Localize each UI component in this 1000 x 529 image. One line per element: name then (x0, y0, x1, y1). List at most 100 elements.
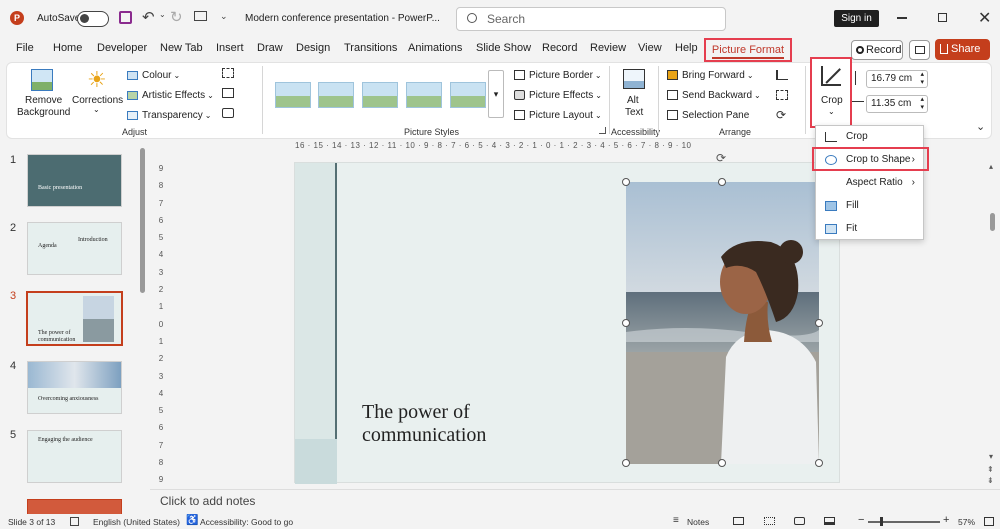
transparency-button[interactable]: Transparency ⌄ (127, 108, 211, 122)
menu-item-aspect-ratio[interactable]: Aspect Ratio › (816, 172, 923, 194)
bring-forward-button[interactable]: Bring Forward ⌄ (667, 68, 754, 82)
picture-style-4[interactable] (406, 82, 442, 108)
remove-background-button[interactable]: Remove Background (14, 68, 72, 122)
width-field[interactable]: 11.35 cm ▴ ▾ (866, 95, 928, 113)
send-backward-button[interactable]: Send Backward ⌄ (667, 88, 761, 102)
notes-pane[interactable]: Click to add notes (150, 489, 1000, 513)
group-icon[interactable] (776, 90, 788, 100)
previous-slide-icon[interactable]: ⇞ (987, 465, 994, 474)
resize-handle[interactable] (622, 319, 630, 327)
picture-style-2[interactable] (318, 82, 354, 108)
scroll-up-icon[interactable]: ▴ (989, 162, 993, 171)
undo-dropdown-icon[interactable]: ⌄ (159, 10, 166, 19)
align-icon[interactable] (776, 70, 788, 80)
picture-layout-button[interactable]: Picture Layout ⌄ (514, 108, 602, 122)
present-icon[interactable] (194, 11, 207, 21)
search-input[interactable]: Search (456, 7, 726, 31)
tab-insert[interactable]: Insert (216, 42, 244, 54)
slide-thumbnail-4[interactable]: Overcoming anxiousness (27, 361, 122, 414)
resize-handle[interactable] (718, 459, 726, 467)
normal-view-icon[interactable] (733, 517, 744, 525)
tab-transitions[interactable]: Transitions (344, 42, 397, 54)
spinner-icon[interactable]: ▴ ▾ (920, 71, 924, 87)
menu-item-crop[interactable]: Crop (816, 126, 923, 148)
tab-view[interactable]: View (638, 42, 662, 54)
sign-in-button[interactable]: Sign in (834, 10, 879, 27)
slideshow-view-icon[interactable] (824, 517, 835, 525)
artistic-effects-button[interactable]: Artistic Effects ⌄ (127, 88, 214, 102)
zoom-in-icon[interactable]: + (943, 514, 949, 526)
accessibility-icon[interactable]: ♿ (186, 515, 198, 526)
redo-icon[interactable]: ↻ (170, 8, 183, 26)
autosave-toggle[interactable] (77, 11, 109, 27)
alt-text-button[interactable]: Alt Text (620, 68, 648, 120)
tab-file[interactable]: File (16, 42, 34, 54)
spelling-icon[interactable] (70, 517, 79, 526)
slide-sorter-icon[interactable] (764, 517, 775, 525)
corrections-button[interactable]: ☀ Corrections ⌄ (72, 68, 123, 122)
next-slide-icon[interactable]: ⇟ (987, 476, 994, 485)
fit-to-window-icon[interactable] (984, 517, 994, 526)
picture-style-5[interactable] (450, 82, 486, 108)
change-picture-icon[interactable] (222, 88, 234, 98)
slide-title[interactable]: The power of communication (362, 401, 582, 447)
save-icon[interactable] (119, 11, 132, 24)
tab-new-tab[interactable]: New Tab (160, 42, 203, 54)
colour-button[interactable]: Colour ⌄ (127, 68, 180, 82)
minimize-icon[interactable] (897, 17, 907, 19)
picture-styles-more-button[interactable]: ▾ (488, 70, 504, 118)
picture-border-button[interactable]: Picture Border ⌄ (514, 68, 602, 82)
height-field[interactable]: 16.79 cm ▴ ▾ (866, 70, 928, 88)
resize-handle[interactable] (622, 459, 630, 467)
tab-developer[interactable]: Developer (97, 42, 147, 54)
accessibility-status[interactable]: Accessibility: Good to go (200, 517, 293, 527)
resize-handle[interactable] (815, 459, 823, 467)
menu-item-crop-to-shape[interactable]: Crop to Shape › (816, 149, 923, 171)
restore-icon[interactable] (938, 13, 947, 22)
tab-record[interactable]: Record (542, 42, 577, 54)
selected-picture[interactable] (626, 182, 819, 464)
notes-icon[interactable]: ≡ (673, 515, 679, 526)
tab-picture-format[interactable]: Picture Format (704, 38, 792, 62)
reset-picture-icon[interactable] (222, 108, 234, 118)
resize-handle[interactable] (815, 319, 823, 327)
picture-style-3[interactable] (362, 82, 398, 108)
resize-handle[interactable] (622, 178, 630, 186)
thumbnail-scrollbar[interactable] (140, 148, 145, 293)
crop-button[interactable]: Crop ⌄ (810, 57, 852, 128)
notes-button[interactable]: Notes (687, 517, 709, 527)
rotate-handle-icon[interactable]: ⟳ (716, 151, 726, 165)
customize-toolbar-icon[interactable]: ⌄ (220, 11, 228, 22)
spinner-icon[interactable]: ▴ ▾ (920, 96, 924, 112)
slide-thumbnail-5[interactable]: Engaging the audience (27, 430, 122, 483)
zoom-level[interactable]: 57% (958, 517, 975, 527)
undo-icon[interactable]: ↶ (142, 8, 155, 26)
resize-handle[interactable] (718, 178, 726, 186)
tab-review[interactable]: Review (590, 42, 626, 54)
zoom-slider-thumb[interactable] (880, 517, 883, 526)
tab-help[interactable]: Help (675, 42, 698, 54)
compress-pictures-icon[interactable] (222, 68, 234, 78)
rotate-icon[interactable]: ⟳ (776, 108, 786, 122)
tab-design[interactable]: Design (296, 42, 330, 54)
scroll-down-icon[interactable]: ▾ (989, 452, 993, 461)
menu-item-fit[interactable]: Fit (816, 218, 923, 240)
close-icon[interactable]: ✕ (978, 8, 991, 28)
picture-style-1[interactable] (275, 82, 311, 108)
tab-slide-show[interactable]: Slide Show (476, 42, 531, 54)
share-button[interactable]: Share ⌄ (935, 39, 990, 75)
dialog-launcher-icon[interactable] (599, 127, 606, 134)
tab-animations[interactable]: Animations (408, 42, 462, 54)
zoom-slider[interactable] (868, 521, 940, 523)
tab-home[interactable]: Home (53, 42, 82, 54)
reading-view-icon[interactable] (794, 517, 805, 525)
slide-thumbnail-1[interactable]: Basic presentation (27, 154, 122, 207)
slide-thumbnail-3[interactable]: The power of communication (26, 291, 123, 346)
selection-pane-button[interactable]: Selection Pane (667, 108, 749, 122)
slide-thumbnail-6[interactable] (27, 499, 122, 515)
canvas-scrollbar[interactable] (990, 213, 995, 231)
collapse-ribbon-icon[interactable]: ⌄ (976, 120, 985, 133)
zoom-out-icon[interactable]: − (858, 514, 864, 526)
slide-thumbnail-2[interactable]: Agenda Introduction (27, 222, 122, 275)
record-button[interactable]: Record (851, 40, 903, 60)
